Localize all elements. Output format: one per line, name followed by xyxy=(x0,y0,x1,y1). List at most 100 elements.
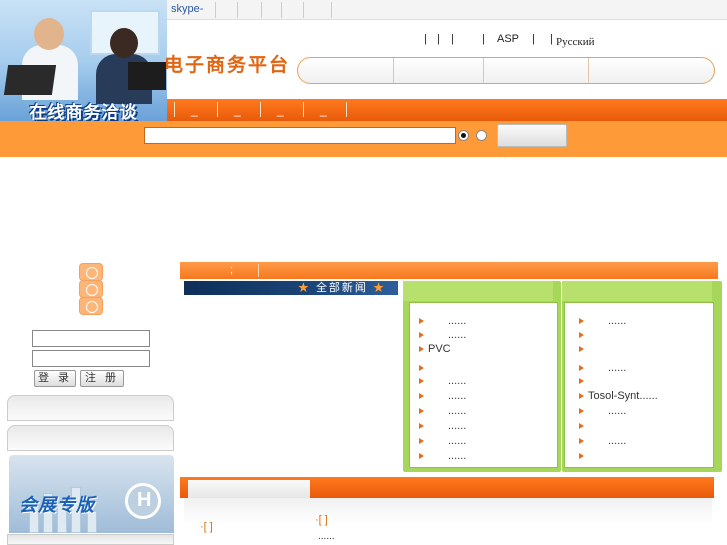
news-list-item[interactable]: Tosol-Synt...... xyxy=(579,389,658,403)
news-list-item[interactable]: ...... xyxy=(578,434,626,448)
search-option-radio[interactable] xyxy=(476,130,487,141)
nav-divider xyxy=(217,102,218,117)
asp-link[interactable]: ASP xyxy=(497,33,519,45)
laptop-graphic xyxy=(128,62,166,90)
news-list-item[interactable] xyxy=(579,328,598,342)
nav-divider xyxy=(303,102,304,117)
laptop-graphic xyxy=(3,65,57,95)
divider xyxy=(261,2,262,18)
bottom-link[interactable]: ·[ ] xyxy=(200,521,213,533)
russian-language-link[interactable]: Русский xyxy=(556,36,595,48)
news-list-item[interactable]: ...... xyxy=(418,419,466,433)
news-list-item[interactable]: ...... xyxy=(418,328,466,342)
news-item-text[interactable]: ...... xyxy=(588,404,626,418)
person-head-graphic xyxy=(34,18,64,50)
news-list-item[interactable] xyxy=(579,449,598,463)
news-list-item[interactable] xyxy=(419,361,438,375)
nav-divider xyxy=(346,102,347,117)
section-header: ; xyxy=(180,262,718,279)
news-list-item[interactable] xyxy=(579,374,598,388)
menu-divider xyxy=(393,58,394,83)
star-icon: ★ xyxy=(297,282,311,294)
news-list-item[interactable]: ...... xyxy=(418,314,466,328)
header-menu[interactable] xyxy=(297,57,715,84)
nav-item[interactable]: _ xyxy=(234,103,241,117)
box-tab[interactable] xyxy=(403,281,553,301)
expo-title: 会展专版 xyxy=(19,495,95,515)
username-field[interactable] xyxy=(32,330,150,347)
skype-link[interactable]: skype- xyxy=(171,3,203,15)
login-button[interactable]: 登 录 xyxy=(34,370,76,387)
news-item-text[interactable]: ...... xyxy=(588,314,626,328)
all-news-label: ★ 全部新闻 ★ xyxy=(298,281,386,295)
circle-icon[interactable] xyxy=(79,263,103,281)
nav-divider xyxy=(260,102,261,117)
nav-divider xyxy=(174,102,175,117)
news-list-item[interactable]: ...... xyxy=(418,389,466,403)
site-logo[interactable]: 电子商务平台 xyxy=(164,50,290,77)
news-list-item[interactable]: ...... xyxy=(418,449,466,463)
circle-icon[interactable] xyxy=(79,280,103,298)
nav-item[interactable]: _ xyxy=(320,103,327,117)
news-list-item[interactable]: ...... xyxy=(418,404,466,418)
bottom-link[interactable]: ·[ ] xyxy=(315,514,328,526)
password-field[interactable] xyxy=(32,350,150,367)
online-negotiation-banner[interactable]: 在线商务洽谈 xyxy=(0,0,167,134)
bottom-tabs-bar xyxy=(180,477,714,498)
news-item-text[interactable]: ...... xyxy=(428,449,466,463)
header-mark: ; xyxy=(230,264,234,276)
sidebar-panel xyxy=(7,425,174,451)
news-list-item[interactable]: ...... xyxy=(578,404,626,418)
banner-title: 在线商务洽谈 xyxy=(29,103,138,122)
news-item-text[interactable]: ...... xyxy=(428,404,466,418)
bottom-panel xyxy=(184,498,712,524)
news-list-item[interactable]: PVC xyxy=(419,342,451,356)
menu-divider xyxy=(588,58,589,83)
all-news-text[interactable]: 全部新闻 xyxy=(316,282,368,294)
divider xyxy=(237,2,238,18)
link-separator: | xyxy=(437,33,440,45)
news-item-text[interactable]: ...... xyxy=(428,328,466,342)
expo-logo-icon xyxy=(125,483,161,519)
link-separator: | xyxy=(424,33,427,45)
news-list-item[interactable] xyxy=(579,419,598,433)
nav-item[interactable]: _ xyxy=(191,103,198,117)
news-item-text[interactable]: ...... xyxy=(428,434,466,448)
link-separator: | xyxy=(550,33,553,45)
menu-divider xyxy=(483,58,484,83)
box-tab[interactable] xyxy=(562,281,712,301)
search-button[interactable] xyxy=(497,124,567,147)
news-item-text[interactable]: ...... xyxy=(588,361,626,375)
bottom-link-text[interactable]: ...... xyxy=(318,531,335,542)
news-item-text[interactable]: ...... xyxy=(588,434,626,448)
news-list-item[interactable]: ...... xyxy=(418,374,466,388)
news-list-item[interactable]: ...... xyxy=(578,361,626,375)
expo-banner[interactable]: 会展专版 xyxy=(9,455,174,533)
divider xyxy=(215,2,216,18)
person-head-graphic xyxy=(110,28,138,58)
nav-item[interactable]: _ xyxy=(277,103,284,117)
search-option-radio[interactable] xyxy=(458,130,469,141)
divider xyxy=(303,2,304,18)
news-list-item[interactable]: ...... xyxy=(418,434,466,448)
register-button[interactable]: 注 册 xyxy=(80,370,124,387)
sidebar-panel xyxy=(7,534,174,545)
news-item-text[interactable]: PVC xyxy=(428,342,451,356)
link-separator: | xyxy=(482,33,485,45)
news-list-item[interactable] xyxy=(579,342,598,356)
header-divider xyxy=(258,264,259,277)
divider xyxy=(281,2,282,18)
news-item-text[interactable]: ...... xyxy=(428,314,466,328)
news-item-text[interactable]: ...... xyxy=(428,419,466,433)
news-item-text[interactable]: ...... xyxy=(428,374,466,388)
all-news-bar[interactable]: ★ 全部新闻 ★ xyxy=(184,281,398,295)
bottom-tab[interactable] xyxy=(188,480,310,498)
search-input[interactable] xyxy=(144,127,456,144)
news-item-text[interactable]: Tosol-Synt...... xyxy=(588,389,658,403)
sidebar-panel xyxy=(7,395,174,421)
link-separator: | xyxy=(532,33,535,45)
news-list-item[interactable]: ...... xyxy=(578,314,626,328)
circle-icon[interactable] xyxy=(79,297,103,315)
star-icon: ★ xyxy=(373,282,386,294)
news-item-text[interactable]: ...... xyxy=(428,389,466,403)
